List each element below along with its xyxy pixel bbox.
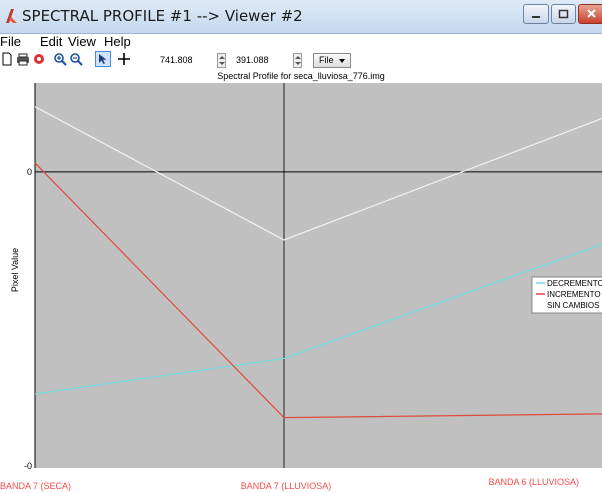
y-tick-label: 0 [27, 167, 32, 177]
chart-legend: DECREMENTO INCREMENTO SIN CAMBIOS [531, 276, 602, 314]
legend-label: INCREMENTO [547, 290, 601, 299]
spectral-profile-chart: 0 -0 Pixel Value BANDA 7 (SECA) BANDA 7 (LLU… [0, 83, 602, 491]
legend-label: SIN CAMBIOS [547, 301, 599, 310]
y-tick-label: -0 [24, 461, 32, 471]
x-tick-label: BANDA 7 (LLUVIOSA) [241, 481, 332, 491]
legend-label: DECREMENTO [547, 279, 602, 288]
y-axis-label: Pixel Value [10, 248, 20, 292]
x-tick-label: BANDA 6 (LLUVIOSA) [488, 477, 579, 487]
x-tick-label: BANDA 7 (SECA) [0, 481, 71, 491]
